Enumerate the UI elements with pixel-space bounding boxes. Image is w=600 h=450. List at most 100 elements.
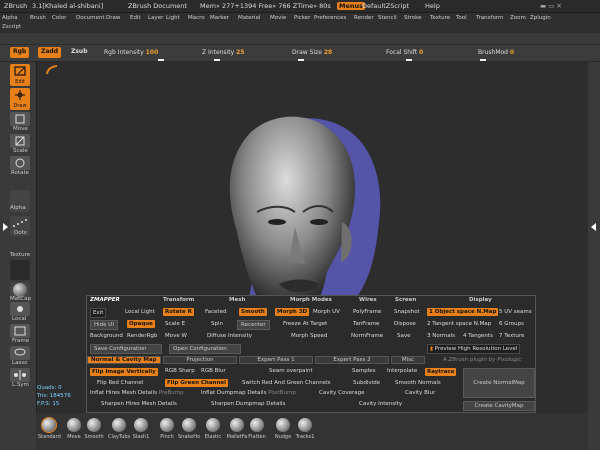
freeze-at-target-button[interactable]: Freeze At Target [283,321,327,327]
menu-document[interactable]: Document [76,15,105,21]
menu-light[interactable]: Light [166,15,180,21]
brush-elastic[interactable]: Elastic [202,416,224,450]
brush-smooth[interactable]: Smooth [83,416,105,450]
subdivide-slider[interactable]: Subdivide [353,380,380,386]
menu-transform[interactable]: Transform [476,15,503,21]
tab-misc[interactable]: Misc [391,356,425,364]
draw-size-slider[interactable]: Draw Size 28 [292,49,332,56]
brush-flatten[interactable]: Flatten [246,416,268,450]
brush-malletfa[interactable]: MalletFa [226,416,248,450]
menu-picker[interactable]: Picker [294,15,310,21]
default-zscript[interactable]: DefaultZScript [362,2,409,10]
flip-green-channel-button[interactable]: Flip Green Channel [165,379,229,387]
menu-preferences[interactable]: Preferences [314,15,346,21]
collapse-left-arrow-icon[interactable] [1,222,9,232]
flip-red-channel-button[interactable]: Flip Red Channel [97,380,143,386]
move-button[interactable]: Move W [165,333,187,339]
morph-uv-button[interactable]: Morph UV [313,309,340,315]
display-texture[interactable]: 7 Texture [499,333,524,339]
display-tangents[interactable]: 4 Tangents [463,333,493,339]
dispose-button[interactable]: Dispose [394,321,416,327]
window-controls-icon[interactable]: ▬ ▭ ✕ [540,2,562,10]
polyframe-button[interactable]: PolyFrame [353,309,381,315]
texture-button[interactable] [10,260,30,280]
create-normalmap-button[interactable]: Create NormalMap [463,368,535,398]
rgb-blur-slider[interactable]: RGB Blur [201,368,226,374]
cavity-coverage-slider[interactable]: Cavity Coverage [319,390,365,396]
morph-speed-slider[interactable]: Morph Speed [291,333,327,339]
collapse-right-arrow-icon[interactable] [590,222,598,232]
menu-zoom[interactable]: Zoom [510,15,526,21]
focal-shift-slider[interactable]: Focal Shift 0 [386,49,423,56]
frame-button[interactable] [10,324,30,338]
brush-move[interactable]: Move [63,416,85,450]
cavity-blur-slider[interactable]: Cavity Blur [405,390,435,396]
brush-slash1[interactable]: Slash1 [130,416,152,450]
snapshot-button[interactable]: Snapshot [394,309,420,315]
rgb-button[interactable]: Rgb [10,47,30,58]
display-uv-seams[interactable]: 5 UV seams [499,309,532,315]
sharpen-hires-slider[interactable]: Sharpen Hires Mesh Details [101,401,177,407]
menu-material[interactable]: Material [238,15,260,21]
draw-button[interactable]: Draw [10,88,30,110]
menus-button[interactable]: Menus [337,2,366,10]
menu-color[interactable]: Color [52,15,66,21]
recenter-button[interactable]: Recenter [237,320,270,330]
display-object-space-nmap[interactable]: 1 Object space N.Map [427,308,499,316]
right-scroll-gutter[interactable] [588,62,600,450]
smooth-normals-button[interactable]: Smooth Normals [395,380,441,386]
hide-ui-button[interactable]: Hide UI [90,320,118,330]
switch-red-green-button[interactable]: Switch Red And Green Channels [242,380,330,386]
tanframe-button[interactable]: TanFrame [353,321,379,327]
brush-claytubs[interactable]: ClayTubs [108,416,130,450]
open-configuration-button[interactable]: Open Configuration [169,344,241,354]
sharpen-dumpmap-slider[interactable]: Sharpen Dumpmap Details [211,401,285,407]
brush-pinch[interactable]: Pinch [156,416,178,450]
cavity-intensity-slider[interactable]: Cavity Intensity [359,401,402,407]
lasso-button[interactable] [10,346,30,360]
rgb-intensity-slider[interactable]: Rgb Intensity 100 [104,49,158,56]
spin-button[interactable]: Spin [211,321,223,327]
inflat-hires-slider[interactable]: Inflat Hires Mesh Details PreBump [90,390,184,396]
exit-button[interactable]: Exit [90,308,107,318]
local-button[interactable] [10,302,30,316]
display-normals[interactable]: 3 Normals [427,333,455,339]
create-cavitymap-button[interactable]: Create CavityMap [463,401,535,411]
rgb-intensity-handle[interactable] [158,59,164,61]
save-configuration-button[interactable]: Save Configuration [90,344,162,354]
tab-expert-pass-1[interactable]: Expert Pass 1 [239,356,313,364]
background-button[interactable]: Background [90,333,123,339]
display-groups[interactable]: 6 Groups [499,321,524,327]
draw-size-handle[interactable] [298,59,304,61]
opaque-button[interactable]: Opaque [127,320,155,328]
smooth-button[interactable]: Smooth [239,308,267,316]
morph-3d-button[interactable]: Morph 3D [275,308,310,316]
menu-brush[interactable]: Brush [30,15,46,21]
z-intensity-slider[interactable]: Z Intensity 25 [202,49,244,56]
menu-layer[interactable]: Layer [148,15,163,21]
menu-edit[interactable]: Edit [130,15,141,21]
faceted-button[interactable]: Faceted [205,309,226,315]
menu-zscript[interactable]: Zscript [2,24,21,30]
scale-button[interactable] [10,134,30,148]
menu-movie[interactable]: Movie [270,15,286,21]
rotate-button[interactable]: Rotate R [163,308,194,316]
menu-render[interactable]: Render [354,15,374,21]
menu-macro[interactable]: Macro [188,15,205,21]
render-rgb-button[interactable]: RenderRgb [127,333,157,339]
brushmod-handle[interactable] [480,59,486,61]
flip-image-vertically-button[interactable]: Flip Image Vertically [90,368,158,376]
menu-marker[interactable]: Marker [210,15,229,21]
z-intensity-handle[interactable] [214,59,220,61]
zsub-button[interactable]: Zsub [68,47,91,58]
menu-draw[interactable]: Draw [106,15,120,21]
menu-stroke[interactable]: Stroke [404,15,422,21]
menu-stencil[interactable]: Stencil [378,15,397,21]
brush-snakeho[interactable]: SnakeHo [178,416,200,450]
menu-alpha[interactable]: Alpha [2,15,18,21]
interpolate-button[interactable]: Interpolate [387,368,417,374]
scale-button[interactable]: Scale E [165,321,185,327]
zadd-button[interactable]: Zadd [38,47,61,58]
local-light-button[interactable]: Local Light [125,309,155,315]
brush-standard[interactable]: Standard [38,416,61,450]
